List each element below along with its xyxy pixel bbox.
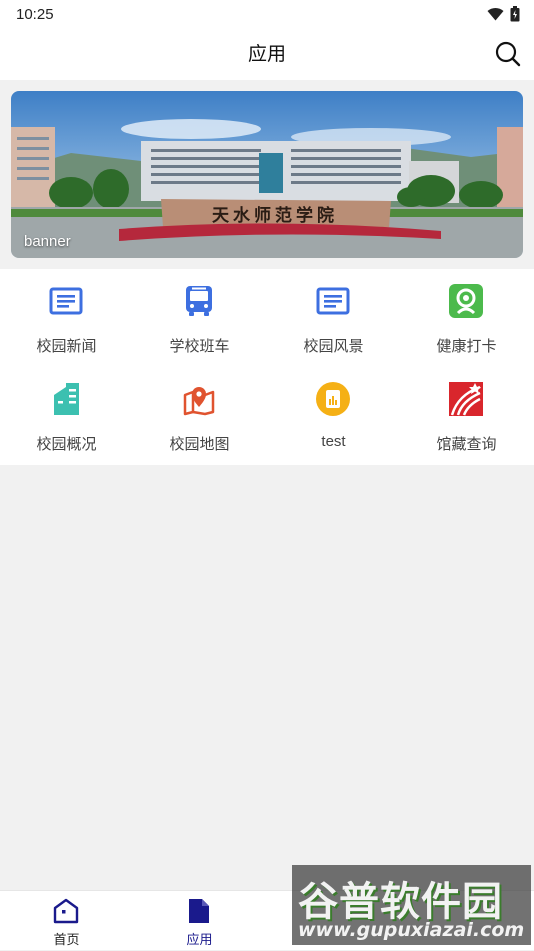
status-bar: 10:25 [0, 0, 534, 28]
nav-label: 首页 [53, 933, 80, 948]
campus-photo: 天水师范学院 [11, 91, 523, 258]
app-library-search[interactable]: 馆藏查询 [400, 367, 533, 465]
battery-icon [510, 6, 520, 22]
campus-sign-text: 天水师范学院 [212, 205, 338, 226]
news-icon [49, 287, 83, 315]
health-checkin-icon [449, 284, 483, 318]
search-button[interactable] [494, 40, 522, 68]
app-header: 应用 [0, 28, 534, 80]
status-time: 10:25 [16, 5, 54, 23]
watermark-url: www.gupuxiazai.com [298, 919, 525, 941]
status-icons [487, 6, 520, 22]
library-icon [449, 382, 483, 416]
apps-icon [189, 899, 209, 923]
map-pin-icon [183, 387, 215, 416]
app-label: 校园地图 [169, 435, 230, 453]
home-icon [53, 898, 79, 924]
banner-section: 天水师范学院 banner [0, 80, 534, 269]
watermark: 谷普软件园 www.gupuxiazai.com [292, 865, 531, 945]
app-school-bus[interactable]: 学校班车 [133, 269, 266, 367]
app-campus-news[interactable]: 校园新闻 [0, 269, 133, 367]
page-title: 应用 [247, 43, 286, 65]
app-label: 健康打卡 [436, 337, 497, 355]
nav-apps[interactable]: 应用 [133, 891, 266, 951]
app-label: test [321, 433, 346, 450]
app-campus-overview[interactable]: 校园概况 [0, 367, 133, 465]
app-campus-map[interactable]: 校园地图 [133, 367, 266, 465]
app-campus-scenery[interactable]: 校园风景 [267, 269, 400, 367]
app-test[interactable]: test [267, 367, 400, 465]
banner-caption: banner [24, 233, 71, 250]
scenery-icon [316, 287, 350, 315]
app-label: 馆藏查询 [436, 435, 497, 453]
app-grid: 校园新闻 学校班车 校园风景 健康打卡 校园概况 校园地图 test 馆藏查询 [0, 269, 534, 465]
app-label: 校园概况 [36, 435, 97, 453]
app-label: 校园新闻 [36, 337, 97, 355]
search-icon [495, 41, 521, 67]
app-label: 校园风景 [303, 337, 364, 355]
bus-icon [186, 286, 212, 316]
wifi-icon [487, 7, 504, 21]
nav-home[interactable]: 首页 [0, 891, 133, 951]
app-health-checkin[interactable]: 健康打卡 [400, 269, 533, 367]
app-label: 学校班车 [169, 337, 230, 355]
building-icon [54, 383, 79, 415]
test-icon [316, 382, 350, 416]
nav-label: 应用 [186, 933, 213, 948]
banner-carousel[interactable]: 天水师范学院 banner [11, 91, 523, 258]
